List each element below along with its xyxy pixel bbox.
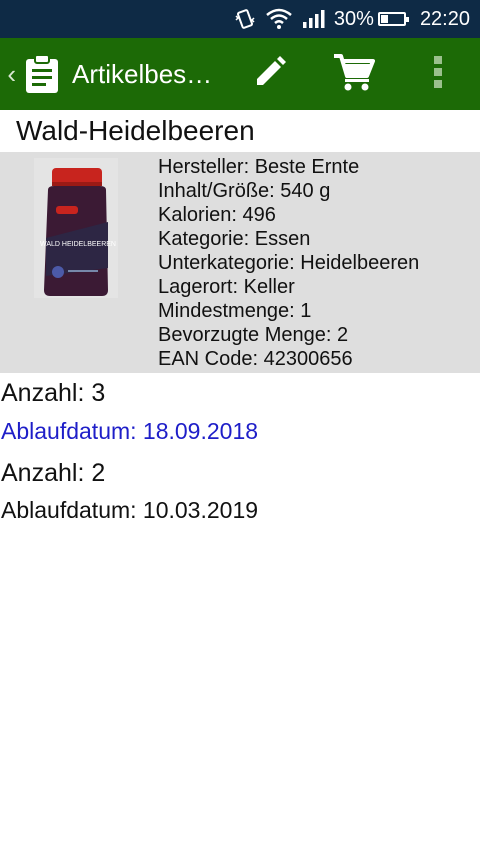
jar-label-text: WALD HEIDELBEEREN <box>40 241 116 248</box>
product-details-panel: WALD HEIDELBEEREN Hersteller: Beste Ernt… <box>0 152 480 373</box>
attribute-subcategory: Unterkategorie: Heidelbeeren <box>158 252 420 274</box>
attribute-category: Kategorie: Essen <box>158 228 311 250</box>
status-bar: 30% 22:20 <box>0 0 480 38</box>
stock-count[interactable]: Anzahl: 3 <box>1 379 105 408</box>
attribute-ean-code: EAN Code: 42300656 <box>158 348 353 370</box>
pencil-icon <box>253 55 287 94</box>
edit-button[interactable] <box>240 38 300 110</box>
attribute-manufacturer: Hersteller: Beste Ernte <box>158 156 360 178</box>
back-chevron-icon[interactable]: ‹ <box>0 38 16 110</box>
stock-expiry-date[interactable]: Ablaufdatum: 10.03.2019 <box>1 497 258 524</box>
overflow-menu-button[interactable] <box>412 38 464 110</box>
attribute-list: Hersteller: Beste Ernte Inhalt/Größe: 54… <box>158 155 419 371</box>
clock: 22:20 <box>419 7 470 30</box>
cart-icon <box>333 52 375 97</box>
cart-button[interactable] <box>322 38 386 110</box>
clipboard-icon[interactable] <box>24 52 64 96</box>
stock-expiry-date[interactable]: Ablaufdatum: 18.09.2018 <box>1 418 258 445</box>
battery-percent: 30% <box>333 7 374 30</box>
wifi-icon <box>266 8 292 30</box>
vibrate-icon <box>234 8 256 30</box>
stock-count[interactable]: Anzahl: 2 <box>1 459 105 488</box>
attribute-min-quantity: Mindestmenge: 1 <box>158 300 312 322</box>
battery-icon <box>377 12 409 26</box>
attribute-calories: Kalorien: 496 <box>158 204 276 226</box>
overflow-menu-icon <box>433 55 443 94</box>
app-bar: ‹ Artikelbes… <box>0 38 480 110</box>
attribute-storage-location: Lagerort: Keller <box>158 276 295 298</box>
product-image[interactable]: WALD HEIDELBEEREN <box>34 158 118 298</box>
app-title: Artikelbes… <box>72 58 213 89</box>
attribute-preferred-quantity: Bevorzugte Menge: 2 <box>158 324 349 346</box>
battery-fill <box>380 15 388 23</box>
attribute-size: Inhalt/Größe: 540 g <box>158 180 331 202</box>
signal-icon <box>302 9 326 29</box>
product-name: Wald-Heidelbeeren <box>16 115 255 146</box>
